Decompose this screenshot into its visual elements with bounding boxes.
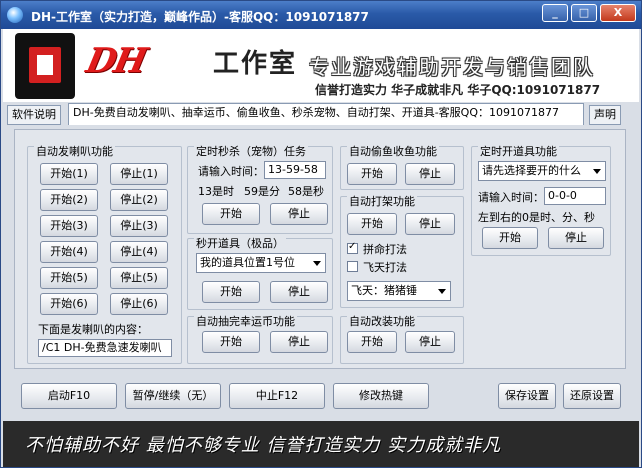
tab-bar: 软件说明 DH-免费自动发喇叭、抽幸运币、偷鱼收鱼、秒杀宠物、自动打架、开道具-…	[3, 103, 639, 125]
speaker-stop-1-button[interactable]: 停止(1)	[110, 163, 168, 185]
main-panel: 自动发喇叭功能 开始(1) 停止(1) 开始(2) 停止(2) 开始(3) 停止…	[14, 129, 626, 369]
abort-button[interactable]: 中止F12	[229, 383, 325, 409]
timed-kill-time-field[interactable]: 13-59-58	[264, 161, 326, 179]
brand-studio: 工作室	[213, 49, 298, 79]
timed-kill-hint-hour: 13是时	[198, 185, 234, 198]
speaker-content-field[interactable]: /C1 DH-免费急速发喇叭	[38, 339, 172, 357]
fight-weapon-select[interactable]: 飞天：猪猪锤	[347, 281, 451, 301]
fight-start-button[interactable]: 开始	[347, 213, 397, 235]
timed-kill-stop-button[interactable]: 停止	[270, 203, 328, 225]
fight-weapon-select-value: 飞天：猪猪锤	[351, 284, 417, 297]
speaker-stop-2-button[interactable]: 停止(2)	[110, 189, 168, 211]
fight-opt1-label: 拼命打法	[363, 243, 407, 256]
instant-item-select[interactable]: 我的道具位置1号位	[196, 253, 326, 273]
speaker-start-1-button[interactable]: 开始(1)	[40, 163, 98, 185]
footer-slogan: 不怕辅助不好 最怕不够专业 信誉打造实力 实力成就非凡	[25, 435, 502, 456]
speaker-group: 自动发喇叭功能 开始(1) 停止(1) 开始(2) 停止(2) 开始(3) 停止…	[27, 143, 182, 364]
main-window: DH-工作室（实力打造，巅峰作品）-客服QQ：1091071877 _ □ X …	[0, 0, 642, 468]
title-bar[interactable]: DH-工作室（实力打造，巅峰作品）-客服QQ：1091071877 _ □ X	[1, 1, 641, 29]
pause-resume-button[interactable]: 暂停/继续（无）	[125, 383, 221, 409]
tab-instructions[interactable]: 软件说明	[7, 105, 61, 125]
instant-item-start-button[interactable]: 开始	[202, 281, 260, 303]
timed-kill-start-button[interactable]: 开始	[202, 203, 260, 225]
lucky-coin-start-button[interactable]: 开始	[202, 331, 260, 353]
speaker-start-4-button[interactable]: 开始(4)	[40, 241, 98, 263]
edit-hotkey-button[interactable]: 修改热键	[333, 383, 429, 409]
speaker-start-3-button[interactable]: 开始(3)	[40, 215, 98, 237]
chevron-down-icon	[438, 289, 446, 294]
header-banner: DH 工作室 专业游戏辅助开发与销售团队 信誉打造实力 华子成就非凡 华子QQ:…	[3, 29, 639, 102]
logo-mark-icon	[29, 47, 61, 83]
timed-open-start-button[interactable]: 开始	[482, 227, 538, 249]
fish-group: 自动偷鱼收鱼功能 开始 停止	[340, 143, 464, 190]
speaker-start-5-button[interactable]: 开始(5)	[40, 267, 98, 289]
brand-dh-logo: DH	[82, 41, 149, 81]
outfit-group: 自动改装功能 开始 停止	[340, 313, 464, 364]
fish-stop-button[interactable]: 停止	[405, 163, 455, 185]
brand-slogan: 专业游戏辅助开发与销售团队	[309, 55, 595, 79]
speaker-stop-4-button[interactable]: 停止(4)	[110, 241, 168, 263]
fight-opt2-label: 飞天打法	[363, 261, 407, 274]
footer-banner: 不怕辅助不好 最怕不够专业 信誉打造实力 实力成就非凡	[3, 421, 639, 467]
fish-title: 自动偷鱼收鱼功能	[347, 143, 439, 159]
timed-open-time-field[interactable]: 0-0-0	[544, 187, 606, 205]
restore-settings-button[interactable]: 还原设置	[563, 383, 621, 409]
timed-open-title: 定时开道具功能	[478, 143, 559, 159]
fight-group: 自动打架功能 开始 停止 拼命打法 飞天打法 飞天：猪猪锤	[340, 193, 464, 308]
brand-subtitle: 信誉打造实力 华子成就非凡 华子QQ:1091071877	[315, 83, 601, 97]
timed-open-select-value: 请先选择要开的什么	[482, 164, 581, 177]
fight-opt2-checkbox[interactable]	[347, 261, 358, 272]
timed-open-hint: 左到右的0是时、分、秒	[478, 211, 595, 224]
timed-kill-hint-second: 58是秒	[288, 185, 324, 198]
maximize-button[interactable]: □	[571, 4, 597, 22]
chevron-down-icon	[593, 169, 601, 174]
speaker-stop-6-button[interactable]: 停止(6)	[110, 293, 168, 315]
timed-open-group: 定时开道具功能 请先选择要开的什么 请输入时间： 0-0-0 左到右的0是时、分…	[471, 143, 611, 256]
speaker-stop-5-button[interactable]: 停止(5)	[110, 267, 168, 289]
tab-main[interactable]: DH-免费自动发喇叭、抽幸运币、偷鱼收鱼、秒杀宠物、自动打架、开道具-客服QQ：…	[68, 103, 584, 125]
app-icon	[7, 7, 23, 23]
instant-item-title: 秒开道具（极品）	[194, 235, 286, 251]
launch-button[interactable]: 启动F10	[21, 383, 117, 409]
close-button[interactable]: X	[600, 4, 636, 22]
lucky-coin-title: 自动抽完幸运币功能	[194, 313, 297, 329]
outfit-start-button[interactable]: 开始	[347, 331, 397, 353]
timed-kill-time-label: 请输入时间：	[198, 165, 264, 178]
lucky-coin-group: 自动抽完幸运币功能 开始 停止	[187, 313, 333, 364]
fight-opt1-checkbox[interactable]	[347, 241, 358, 254]
timed-kill-group: 定时秒杀（宠物）任务 请输入时间： 13-59-58 13是时 59是分 58是…	[187, 143, 333, 234]
minimize-button[interactable]: _	[542, 4, 568, 22]
timed-open-stop-button[interactable]: 停止	[548, 227, 604, 249]
speaker-start-2-button[interactable]: 开始(2)	[40, 189, 98, 211]
outfit-stop-button[interactable]: 停止	[405, 331, 455, 353]
timed-kill-hint-minute: 59是分	[244, 185, 280, 198]
instant-item-select-value: 我的道具位置1号位	[200, 256, 295, 269]
outfit-title: 自动改装功能	[347, 313, 417, 329]
fight-stop-button[interactable]: 停止	[405, 213, 455, 235]
tab-statement[interactable]: 声明	[589, 105, 621, 125]
speaker-stop-3-button[interactable]: 停止(3)	[110, 215, 168, 237]
save-settings-button[interactable]: 保存设置	[498, 383, 556, 409]
timed-open-select[interactable]: 请先选择要开的什么	[478, 161, 606, 181]
timed-kill-title: 定时秒杀（宠物）任务	[194, 143, 308, 159]
speaker-start-6-button[interactable]: 开始(6)	[40, 293, 98, 315]
window-title: DH-工作室（实力打造，巅峰作品）-客服QQ：1091071877	[31, 10, 369, 24]
speaker-content-label: 下面是发喇叭的内容：	[38, 323, 148, 336]
speaker-group-title: 自动发喇叭功能	[34, 143, 115, 159]
chevron-down-icon	[313, 261, 321, 266]
instant-item-stop-button[interactable]: 停止	[270, 281, 328, 303]
lucky-coin-stop-button[interactable]: 停止	[270, 331, 328, 353]
timed-open-time-label: 请输入时间：	[478, 191, 544, 204]
fight-title: 自动打架功能	[347, 193, 417, 209]
studio-logo	[15, 33, 75, 99]
fish-start-button[interactable]: 开始	[347, 163, 397, 185]
instant-item-group: 秒开道具（极品） 我的道具位置1号位 开始 停止	[187, 235, 333, 310]
